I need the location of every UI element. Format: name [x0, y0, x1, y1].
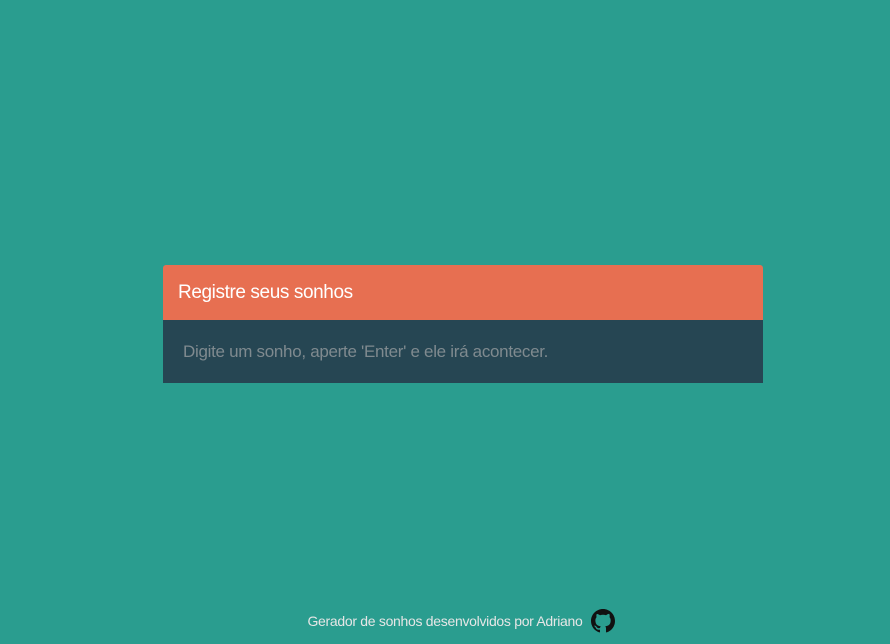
- footer: Gerador de sonhos desenvolvidos por Adri…: [0, 606, 890, 636]
- footer-credit: Gerador de sonhos desenvolvidos por Adri…: [307, 613, 583, 629]
- dream-input[interactable]: [163, 320, 763, 383]
- card-header: Registre seus sonhos: [163, 265, 763, 320]
- card-title: Registre seus sonhos: [178, 281, 353, 303]
- github-icon: [590, 609, 615, 633]
- dream-card: Registre seus sonhos: [163, 265, 763, 383]
- github-link[interactable]: [590, 609, 615, 633]
